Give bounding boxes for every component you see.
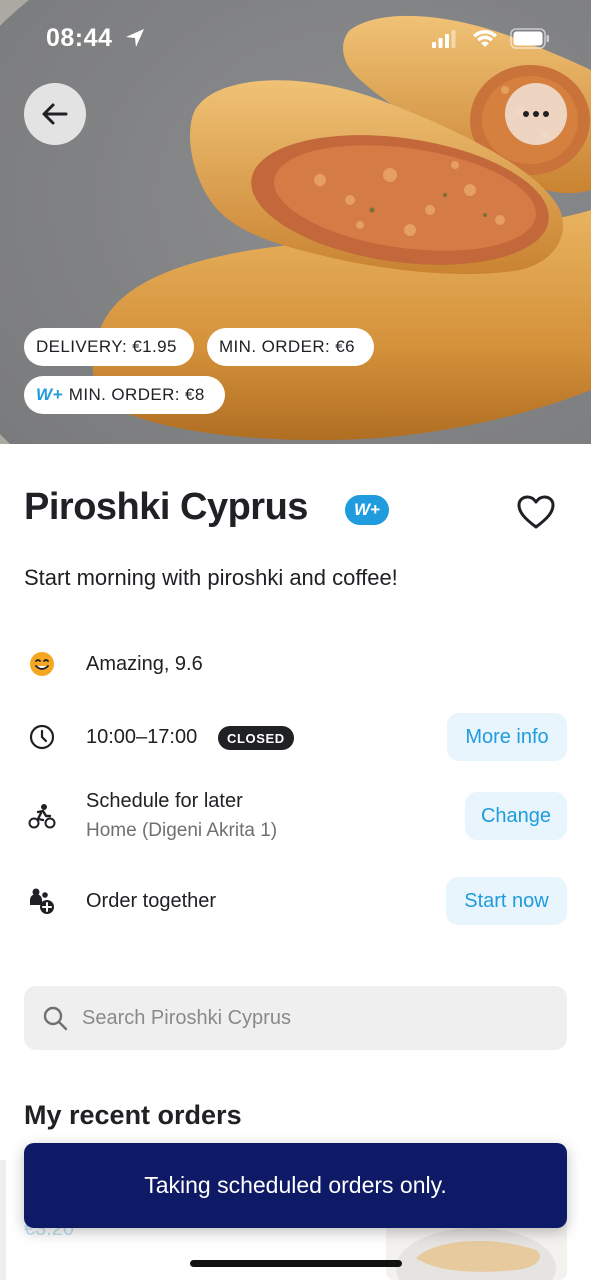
delivery-fee-pill: DELIVERY: €1.95 [24, 328, 194, 366]
battery-icon [510, 28, 549, 49]
favorite-button[interactable] [514, 490, 558, 534]
closed-status-badge: CLOSED [218, 726, 294, 750]
home-indicator[interactable] [190, 1260, 402, 1267]
status-bar: 08:44 [0, 0, 591, 80]
wplus-min-order-pill: W+ MIN. ORDER: €8 [24, 376, 225, 414]
clock-icon [28, 723, 56, 751]
back-button[interactable] [24, 83, 86, 145]
wifi-icon [473, 30, 497, 47]
cellular-signal-icon [432, 30, 456, 48]
more-info-button[interactable]: More info [447, 713, 567, 761]
opening-hours-text: 10:00–17:00 [86, 726, 198, 748]
arrow-left-icon [42, 103, 68, 125]
search-input[interactable] [82, 986, 552, 1050]
wplus-min-order-text: MIN. ORDER: €8 [68, 385, 205, 404]
start-group-order-button[interactable]: Start now [446, 877, 567, 925]
hero-image: 08:44 DELIVERY: €1.95 MIN. ORDER: €6 W+ … [0, 0, 591, 444]
search-icon [43, 1006, 68, 1031]
wplus-logo: W+ [36, 385, 63, 404]
search-bar[interactable] [24, 986, 567, 1050]
recent-order-card-edge[interactable] [0, 1160, 6, 1280]
smiley-icon [28, 650, 56, 678]
courier-bike-icon [28, 802, 56, 830]
min-order-pill: MIN. ORDER: €6 [207, 328, 374, 366]
venue-title: Piroshki Cyprus [24, 486, 308, 528]
delivery-address: Home (Digeni Akrita 1) [86, 820, 278, 841]
more-options-button[interactable] [505, 83, 567, 145]
status-time: 08:44 [46, 24, 113, 52]
wplus-badge: W+ [345, 495, 389, 525]
recent-orders-heading: My recent orders [24, 1100, 242, 1130]
ellipsis-icon [523, 111, 549, 117]
min-order-text: MIN. ORDER: €6 [219, 337, 355, 356]
heart-outline-icon [517, 495, 555, 529]
group-add-icon [28, 887, 56, 915]
venue-tagline: Start morning with piroshki and coffee! [24, 565, 398, 590]
order-together-text: Order together [86, 890, 217, 912]
location-arrow-icon [126, 29, 144, 47]
rating-text[interactable]: Amazing, 9.6 [86, 653, 203, 676]
scheduled-orders-toast: Taking scheduled orders only. [24, 1143, 567, 1228]
delivery-fee-text: DELIVERY: €1.95 [36, 337, 177, 356]
change-schedule-button[interactable]: Change [465, 792, 567, 840]
schedule-title: Schedule for later [86, 790, 243, 812]
